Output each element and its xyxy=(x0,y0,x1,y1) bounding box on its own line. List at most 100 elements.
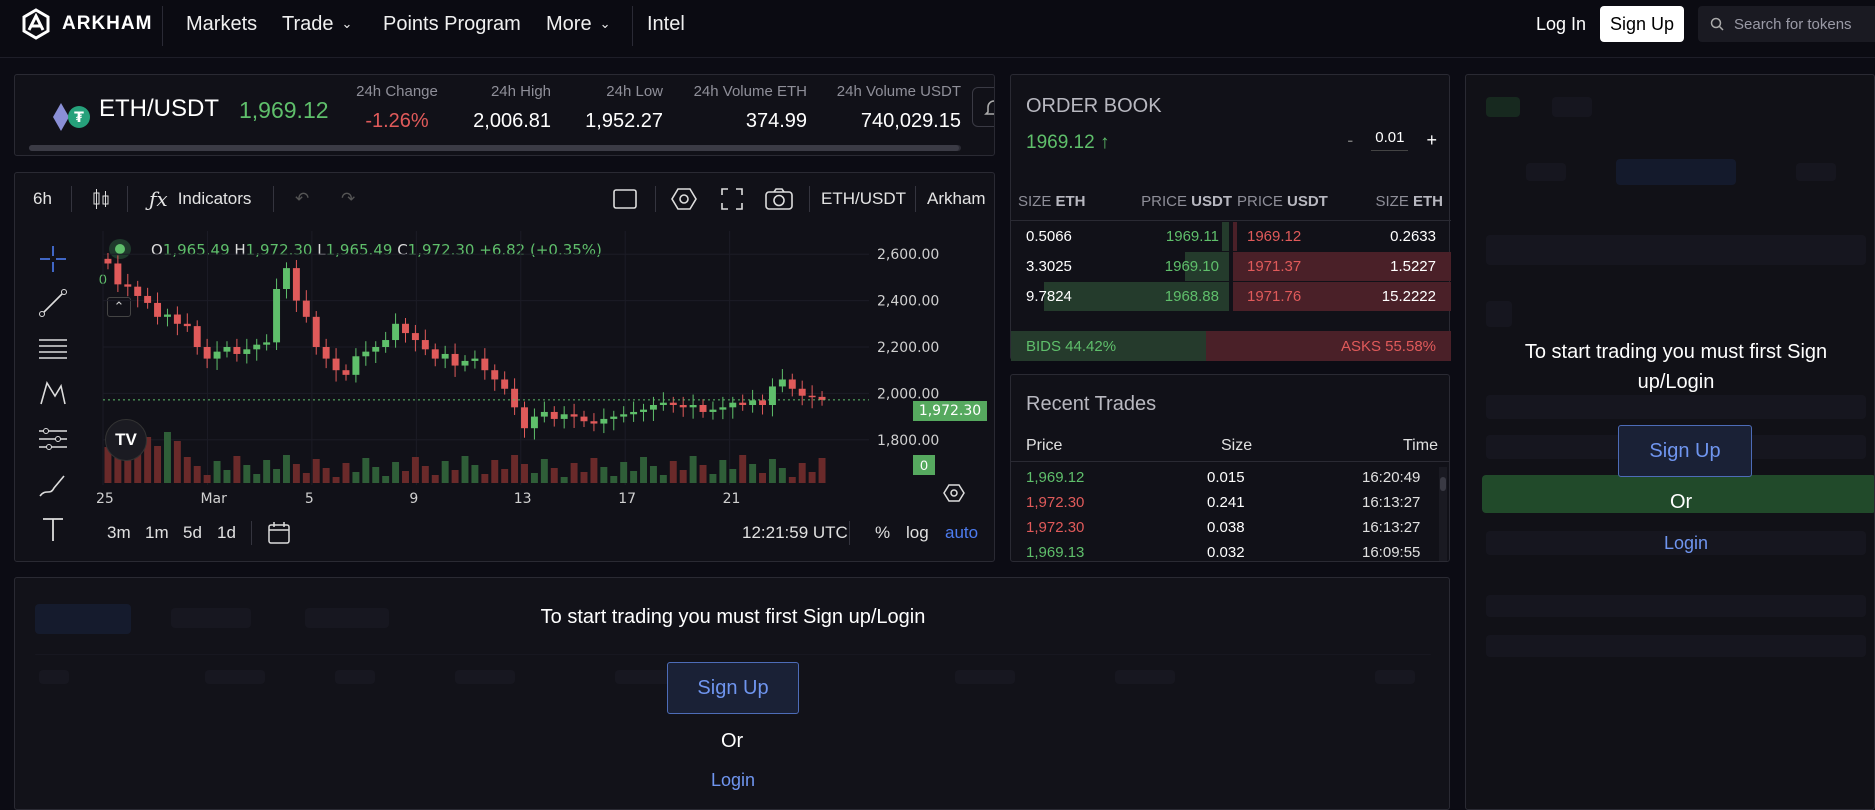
increase-button[interactable]: + xyxy=(1426,130,1437,151)
candle-body xyxy=(709,409,717,412)
volume-bar xyxy=(441,461,449,483)
undo-button[interactable]: ↶ xyxy=(295,183,309,215)
redo-button[interactable]: ↷ xyxy=(341,183,355,215)
tradingview-logo-icon[interactable]: TV xyxy=(105,419,147,461)
pair-name[interactable]: ETH/USDT xyxy=(99,95,219,123)
candle-body xyxy=(649,405,657,410)
volume-bar xyxy=(372,467,380,483)
candle-body xyxy=(144,295,152,303)
nav-intel[interactable]: Intel xyxy=(647,12,685,36)
ticker-scrollbar[interactable] xyxy=(29,145,961,151)
login-link[interactable]: Login xyxy=(1664,533,1708,554)
screenshot-button[interactable] xyxy=(765,183,793,215)
interval-selector[interactable]: 6h xyxy=(33,183,52,215)
trades-scrollbar[interactable] xyxy=(1439,467,1447,561)
volume-bar xyxy=(610,476,618,483)
order-book-row[interactable]: 9.7824 1968.88 1971.76 15.2222 xyxy=(1011,282,1451,311)
signup-button[interactable]: Sign Up xyxy=(1618,425,1752,477)
range-3m[interactable]: 3m xyxy=(107,523,131,543)
search-input[interactable]: Search for tokens xyxy=(1698,6,1875,42)
brand-logo[interactable]: ARKHAM xyxy=(20,8,152,40)
candle-body xyxy=(640,409,647,412)
candle-body xyxy=(739,402,747,405)
volume-bar xyxy=(570,463,578,483)
rectangle-icon xyxy=(613,189,637,209)
date-range-button[interactable] xyxy=(267,521,291,550)
trend-line-tool[interactable] xyxy=(37,287,69,319)
candle-body xyxy=(104,258,112,264)
candle-body xyxy=(352,356,360,375)
candle-body xyxy=(679,405,687,408)
last-price-label: 1,972.30 xyxy=(913,401,987,421)
prediction-tool[interactable] xyxy=(37,423,69,455)
fib-lines-icon xyxy=(39,339,67,359)
volume-bar xyxy=(679,470,687,483)
order-book-row[interactable]: 0.5066 1969.11 1969.12 0.2633 xyxy=(1011,222,1451,251)
fullscreen-box-button[interactable] xyxy=(613,183,637,215)
order-book-title: ORDER BOOK xyxy=(1026,95,1162,117)
volume-bar xyxy=(808,472,816,483)
volume-bar xyxy=(362,458,370,483)
percent-mode[interactable]: % xyxy=(875,523,890,543)
candle-body xyxy=(768,386,776,405)
trade-time: 16:13:27 xyxy=(1362,519,1421,536)
order-book-row[interactable]: 3.3025 1969.10 1971.37 1.5227 xyxy=(1011,252,1451,281)
tick-size-stepper[interactable]: - 0.01 + xyxy=(1347,129,1437,151)
signup-button[interactable]: Sign Up xyxy=(1600,6,1684,42)
indicators-button[interactable]: ƒx Indicators xyxy=(149,183,251,215)
nav-markets[interactable]: Markets xyxy=(186,12,257,36)
volume-bar xyxy=(223,470,231,483)
brush-tool[interactable] xyxy=(37,469,69,501)
camera-icon xyxy=(765,188,793,210)
nav-trade[interactable]: Trade ⌄ xyxy=(282,12,352,36)
auto-mode[interactable]: auto xyxy=(945,523,978,543)
text-icon xyxy=(43,518,63,541)
login-link[interactable]: Log In xyxy=(1536,14,1586,35)
candle-body xyxy=(788,379,796,389)
undo-icon: ↶ xyxy=(295,189,310,208)
fullscreen-button[interactable] xyxy=(721,183,743,215)
decrease-button[interactable]: - xyxy=(1347,130,1353,151)
candle-body xyxy=(570,414,578,417)
chart-settings-button[interactable] xyxy=(943,483,965,508)
volume-bar xyxy=(273,469,281,483)
range-1d[interactable]: 1d xyxy=(217,523,236,543)
volume-label: 0 xyxy=(913,455,935,475)
volume-bar xyxy=(203,475,211,483)
range-5d[interactable]: 5d xyxy=(183,523,202,543)
nav-points-program[interactable]: Points Program xyxy=(383,12,521,36)
candle-type-button[interactable] xyxy=(91,183,111,215)
nav-more[interactable]: More ⌄ xyxy=(546,12,610,36)
bids-percent: BIDS 44.42% xyxy=(1026,338,1117,355)
chevron-down-icon: ⌄ xyxy=(341,16,353,31)
signup-button[interactable]: Sign Up xyxy=(667,662,799,714)
chart-symbol[interactable]: ETH/USDT xyxy=(821,183,906,215)
login-link[interactable]: Login xyxy=(711,770,755,791)
asks-percent: ASKS 55.58% xyxy=(1340,338,1436,355)
text-tool[interactable] xyxy=(37,513,69,545)
candle-body xyxy=(630,411,638,415)
chart-clock[interactable]: 12:21:59 UTC xyxy=(742,523,848,543)
trade-form-panel: To start trading you must first Sign up/… xyxy=(1465,74,1875,810)
candle-body xyxy=(292,268,300,301)
expand-icon xyxy=(721,188,743,210)
settings-button[interactable] xyxy=(671,183,697,215)
candle-body xyxy=(402,323,409,334)
horizontal-lines-tool[interactable] xyxy=(37,333,69,365)
volume-bar xyxy=(163,432,171,483)
stat-24h-high: 24h High 2,006.81 xyxy=(473,83,551,132)
volume-bar xyxy=(183,457,191,483)
pattern-tool[interactable] xyxy=(37,377,69,409)
candle-body xyxy=(521,407,528,429)
price-chart[interactable]: 2,600.00 2,400.00 2,200.00 2,000.00 1,800.00… xyxy=(89,225,995,507)
x-tick-label: Mar xyxy=(200,491,227,507)
range-1m[interactable]: 1m xyxy=(145,523,169,543)
orders-panel: To start trading you must first Sign up/… xyxy=(14,577,1450,810)
arrow-up-icon: ↑ xyxy=(1099,132,1110,153)
volume-bar xyxy=(749,464,757,483)
ask-size: 0.2633 xyxy=(1390,228,1436,245)
alert-button[interactable] xyxy=(972,87,994,127)
log-mode[interactable]: log xyxy=(906,523,929,543)
sliders-icon xyxy=(39,428,67,450)
crosshair-tool[interactable] xyxy=(37,243,69,275)
